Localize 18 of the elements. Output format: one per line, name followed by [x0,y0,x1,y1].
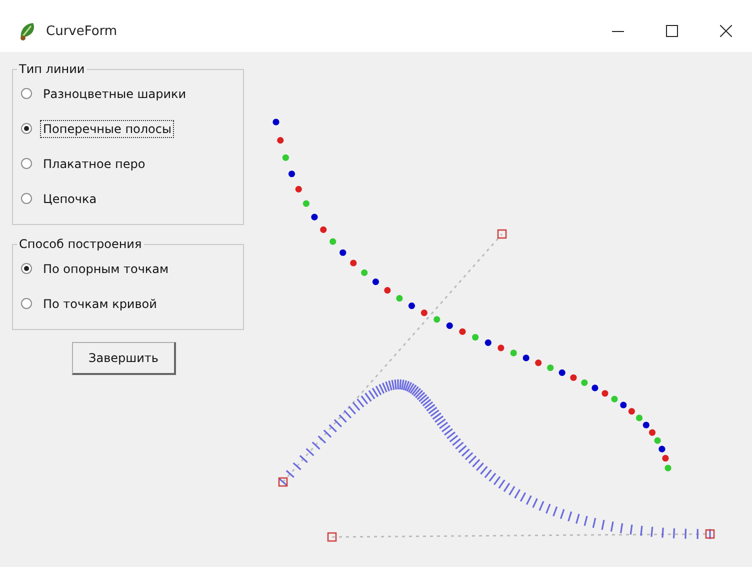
radio-button[interactable] [21,263,32,274]
maximize-icon[interactable] [666,25,678,37]
radio-label[interactable]: По опорным точкам [40,260,172,278]
radio-label[interactable]: Цепочка [40,190,100,208]
group-label: Тип линии [18,62,86,76]
radio-button[interactable] [21,88,32,99]
radio-button[interactable] [21,158,32,169]
radio-label[interactable]: Разноцветные шарики [40,84,190,102]
finish-button[interactable]: Завершить [72,342,176,375]
radio-label[interactable]: Плакатное перо [40,154,148,172]
radio-button[interactable] [21,298,32,309]
radio-button[interactable] [21,123,32,134]
group-label: Способ построения [18,237,143,251]
window-title: CurveForm [46,24,118,38]
radio-label[interactable]: Поперечные полосы [40,120,174,138]
close-icon[interactable] [720,25,732,37]
radio-label[interactable]: По точкам кривой [40,294,160,312]
radio-button[interactable] [21,193,32,204]
